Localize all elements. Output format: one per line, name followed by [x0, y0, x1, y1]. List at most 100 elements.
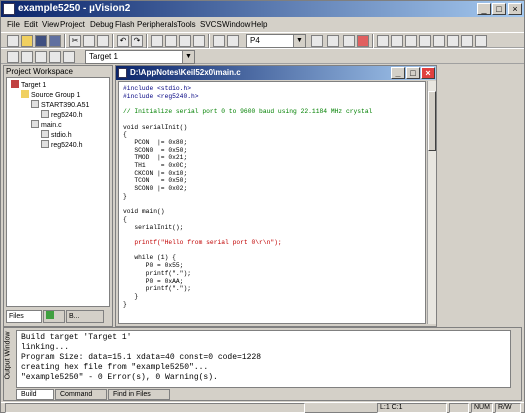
paste-icon[interactable]	[97, 35, 109, 47]
find-in-files-icon[interactable]	[327, 35, 339, 47]
memory-icon[interactable]	[461, 35, 473, 47]
output-line: creating hex file from "example5250"...	[21, 363, 209, 372]
regs-icon	[46, 311, 54, 319]
tree-node-reg5240-b[interactable]: reg5240.h	[41, 140, 83, 150]
code-line: }	[123, 192, 127, 200]
menu-debug[interactable]: Debug	[90, 20, 114, 29]
close-button[interactable]: ×	[508, 3, 522, 15]
indent-icon[interactable]	[213, 35, 225, 47]
tree-node-stdio[interactable]: stdio.h	[41, 130, 72, 140]
editor-window: D:\AppNotes\Keil52x0\main.c _ □ × #inclu…	[115, 65, 437, 327]
bookmark-icon[interactable]	[151, 35, 163, 47]
tab-regs[interactable]	[43, 310, 65, 323]
editor-close-button[interactable]: ×	[421, 67, 435, 79]
toolbar-separator	[146, 34, 148, 48]
rebuild-icon[interactable]	[35, 51, 47, 63]
file-icon	[41, 130, 49, 138]
file-icon	[41, 110, 49, 118]
hand-icon[interactable]	[433, 35, 445, 47]
status-message	[5, 403, 305, 413]
menu-edit[interactable]: Edit	[24, 20, 38, 29]
find-icon[interactable]	[311, 35, 323, 47]
clear-bookmarks-icon[interactable]	[193, 35, 205, 47]
editor-maximize-button[interactable]: □	[406, 67, 420, 79]
code-line: P0 = 0x55;	[123, 262, 184, 270]
tab-files[interactable]: Files	[6, 310, 42, 323]
tab-find-in-files[interactable]: Find in Files	[108, 389, 170, 400]
editor-minimize-button[interactable]: _	[391, 67, 405, 79]
stop-build-icon[interactable]	[49, 51, 61, 63]
output-line: "example5250" - 0 Error(s), 0 Warning(s)…	[21, 373, 218, 382]
code-line: CKCON |= 0x10;	[123, 169, 188, 177]
tree-node-reg5240-a[interactable]: reg5240.h	[41, 110, 83, 120]
menu-help[interactable]: Help	[251, 20, 267, 29]
maximize-button[interactable]: □	[492, 3, 506, 15]
menu-svcs[interactable]: SVCS	[200, 20, 222, 29]
load-icon[interactable]	[63, 51, 75, 63]
unindent-icon[interactable]	[227, 35, 239, 47]
file-toolbar: ✂ ↶ ↷ P4 ▼	[1, 32, 524, 48]
code-line: PCON |= 0x80;	[123, 138, 188, 146]
prev-bookmark-icon[interactable]	[165, 35, 177, 47]
code-line: #include <reg5240.h>	[123, 92, 199, 100]
build-icon[interactable]	[21, 51, 33, 63]
chevron-down-icon[interactable]: ▼	[182, 51, 194, 63]
watch-icon[interactable]	[419, 35, 431, 47]
editor-title-bar: D:\AppNotes\Keil52x0\main.c _ □ ×	[116, 66, 436, 80]
window-title: example5250 - µVision2	[18, 3, 131, 14]
target-icon	[11, 80, 19, 88]
cut-icon[interactable]: ✂	[69, 35, 81, 47]
translate-icon[interactable]	[7, 51, 19, 63]
new-file-icon[interactable]	[7, 35, 19, 47]
debug-icon[interactable]	[343, 35, 355, 47]
status-rw: R/W	[495, 403, 521, 413]
find-combo[interactable]: P4 ▼	[246, 34, 306, 48]
toolbox-icon[interactable]	[475, 35, 487, 47]
save-icon[interactable]	[35, 35, 47, 47]
status-num: NUM	[471, 403, 493, 413]
tree-node-source-group[interactable]: Source Group 1	[21, 90, 80, 100]
output-line: Program Size: data=15.1 xdata=40 const=0…	[21, 353, 262, 362]
toolbar-separator	[208, 34, 210, 48]
target-select[interactable]: Target 1 ▼	[85, 50, 195, 64]
code-line: }	[123, 300, 127, 308]
menu-tools[interactable]: Tools	[177, 20, 196, 29]
code-area[interactable]: #include <stdio.h> #include <reg5240.h> //…	[118, 81, 426, 324]
menu-view[interactable]: View	[42, 20, 59, 29]
save-all-icon[interactable]	[49, 35, 61, 47]
tree-node-main-c[interactable]: main.c	[31, 120, 62, 130]
chevron-down-icon[interactable]: ▼	[293, 35, 305, 47]
tab-command[interactable]: Command	[55, 389, 107, 400]
minimize-button[interactable]: _	[477, 3, 491, 15]
editor-scrollbar[interactable]	[427, 81, 436, 324]
scrollbar-thumb[interactable]	[428, 91, 436, 151]
browse-icon[interactable]	[357, 35, 369, 47]
menu-window[interactable]: Window	[222, 20, 250, 29]
open-folder-icon[interactable]	[21, 35, 33, 47]
code-line: TMOD |= 0x21;	[123, 154, 188, 162]
output-line: linking...	[21, 343, 70, 352]
tab-books[interactable]: B...	[66, 310, 104, 323]
next-bookmark-icon[interactable]	[179, 35, 191, 47]
code-line: printf(".");	[123, 269, 192, 277]
folder-icon	[21, 90, 29, 98]
code-line: while (1) {	[123, 254, 176, 262]
output-text[interactable]: Build target 'Target 1' linking... Program…	[16, 330, 511, 388]
tab-build[interactable]: Build	[16, 389, 54, 400]
code-line: {	[123, 131, 127, 139]
tree-node-start390[interactable]: START390.A51	[31, 100, 89, 110]
menu-file[interactable]: File	[7, 20, 20, 29]
main-window: example5250 - µVision2 _ □ × File Edit V…	[0, 0, 525, 413]
menu-flash[interactable]: Flash	[115, 20, 135, 29]
window-icon[interactable]	[377, 35, 389, 47]
workspace-icon[interactable]	[391, 35, 403, 47]
undo-icon[interactable]: ↶	[117, 35, 129, 47]
tree-node-target[interactable]: Target 1	[11, 80, 46, 90]
redo-icon[interactable]: ↷	[131, 35, 143, 47]
output-window-icon[interactable]	[405, 35, 417, 47]
menu-project[interactable]: Project	[60, 20, 85, 29]
copy-icon[interactable]	[83, 35, 95, 47]
menu-peripherals[interactable]: Peripherals	[137, 20, 177, 29]
breakpoint-icon[interactable]	[447, 35, 459, 47]
file-icon	[31, 100, 39, 108]
